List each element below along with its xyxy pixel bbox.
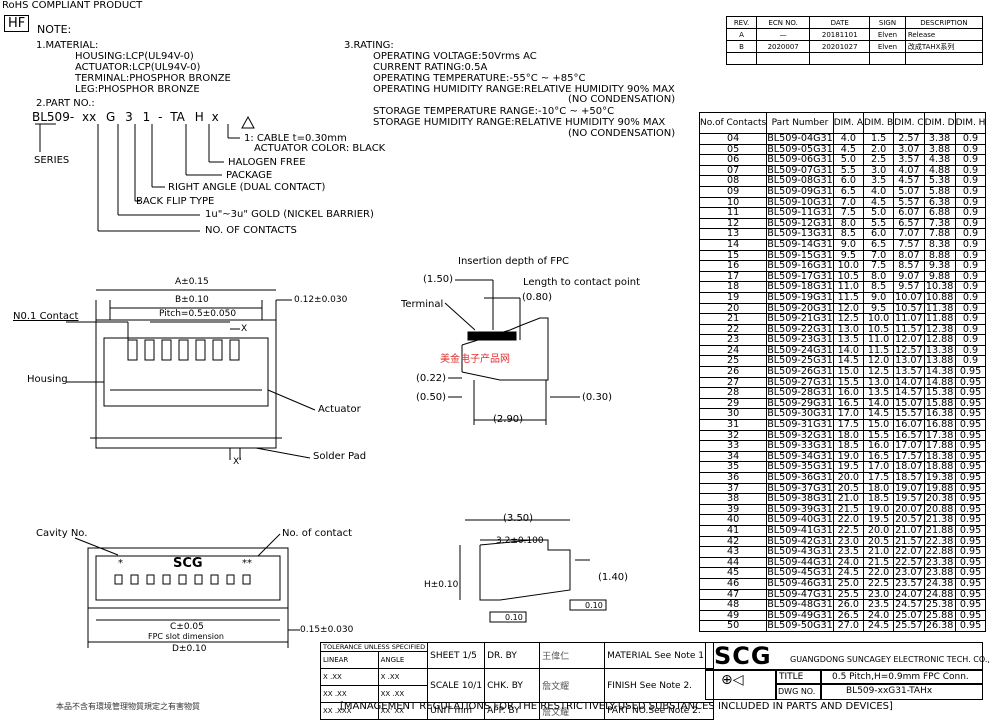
tol-010: 0.10 [585, 601, 603, 610]
divider [820, 669, 822, 700]
fpc-slot-label: FPC slot dimension [148, 632, 224, 641]
dim-320: 3.2±0.100 [496, 536, 544, 546]
dim-015: 0.15±0.030 [300, 625, 354, 635]
dim-080: (0.80) [522, 292, 553, 303]
projection-icon: ⊕◁ [721, 672, 744, 688]
dim-022: (0.22) [416, 373, 447, 384]
divider [705, 669, 983, 671]
divider [775, 683, 983, 685]
dim-pitch: Pitch=0.5±0.050 [159, 309, 237, 319]
dim-012: 0.12±0.030 [294, 295, 348, 305]
dim-150: (1.50) [423, 274, 454, 285]
dim-350: (3.50) [503, 513, 534, 524]
dim-140: (1.40) [598, 572, 629, 583]
dim-b: B±0.10 [175, 295, 209, 305]
tol-010: 0.10 [505, 613, 523, 622]
asterisk-mark: ** [242, 558, 252, 569]
dim-h: H±0.10 [424, 580, 459, 590]
company-logo: SCG [714, 642, 772, 670]
scg-logo-mark: SCG [173, 556, 203, 571]
dim-d: D±0.10 [172, 644, 207, 654]
solder-pad-label: Solder Pad [313, 451, 367, 462]
dim-c: C±0.05 [170, 622, 204, 632]
dwg-label: DWG NO. [778, 687, 816, 696]
housing-label: Housing [27, 374, 68, 385]
title-label: TITLE [779, 672, 804, 682]
cavity-label: Cavity No. [36, 528, 88, 539]
actuator-label: Actuator [318, 404, 361, 415]
terminal-label: Terminal [401, 299, 444, 310]
x-label: X [241, 324, 248, 334]
dim-030: (0.30) [582, 392, 613, 403]
x-prime-label: X' [233, 457, 242, 467]
dim-a: A±0.15 [175, 277, 209, 287]
no1-contact-label: N0.1 Contact [13, 311, 79, 322]
length-label: Length to contact point [523, 277, 640, 288]
footer-english: [MANAGEMENT REGULATIONS FOR THE RESTRICT… [340, 701, 893, 712]
dim-290: (2.90) [493, 414, 524, 425]
title-value: 0.5 Pitch,H=0.9mm FPC Conn. [832, 672, 969, 682]
contact-no-label: No. of contact [282, 528, 353, 539]
insertion-title: Insertion depth of FPC [458, 256, 569, 267]
dwg-value: BL509-xxG31-TAHx [846, 686, 933, 696]
dim-050: (0.50) [416, 392, 447, 403]
asterisk-mark: * [118, 558, 123, 569]
watermark: 美金电子产品网 [440, 354, 510, 365]
company-name: GUANGDONG SUNCAGEY ELECTRONIC TECH. CO.,… [790, 655, 989, 664]
footer-chinese: 本品不含有環境管理物質規定之有害物質 [56, 702, 200, 711]
